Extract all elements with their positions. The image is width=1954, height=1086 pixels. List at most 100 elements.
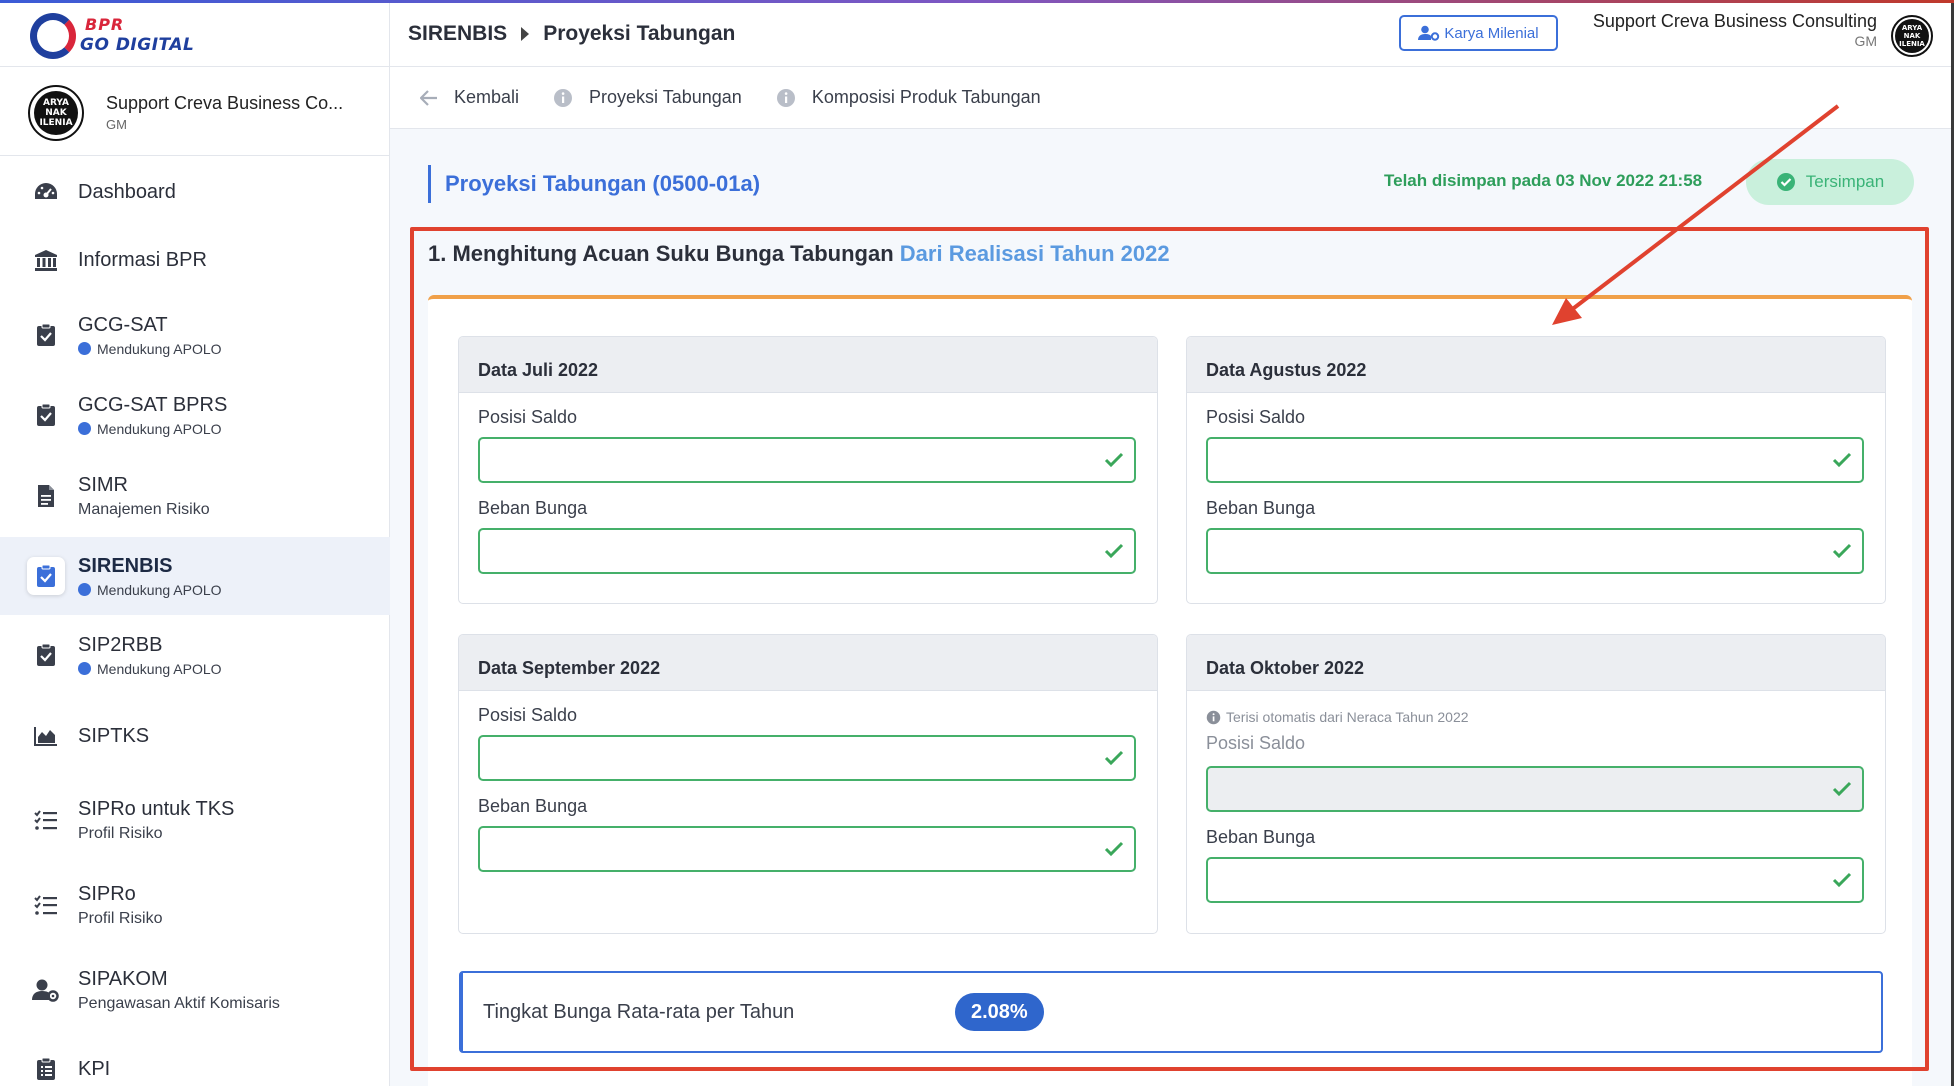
bpr-logo[interactable]: BPR GO DIGITAL (30, 13, 200, 59)
saved-button-label: Tersimpan (1805, 172, 1885, 191)
saved-button[interactable]: Tersimpan (1746, 159, 1914, 205)
beban-bunga-field[interactable] (478, 528, 1136, 574)
sidebar-item-sipakom[interactable]: SIPAKOM Pengawasan Aktif Komisaris (0, 947, 390, 1033)
sidebar-item-sublabel: Mendukung APOLO (97, 660, 222, 677)
info-icon (776, 88, 795, 107)
check-icon (1104, 543, 1124, 559)
posisi-saldo-input[interactable] (480, 439, 1134, 481)
back-link[interactable]: Kembali (420, 87, 519, 108)
sidebar-item-label: SIP2RBB (78, 633, 163, 656)
clipboard-check-icon (32, 401, 60, 429)
sidebar-item-sipro-tks[interactable]: SIPRo untuk TKS Profil Risiko (0, 777, 390, 863)
back-label: Kembali (454, 87, 520, 107)
beban-bunga-label: Beban Bunga (478, 796, 588, 816)
sidebar-item-dashboard[interactable]: Dashboard (0, 159, 390, 225)
posisi-saldo-input (1208, 768, 1862, 810)
tab-label: Proyeksi Tabungan (589, 87, 742, 107)
sidebar-item-label: GCG-SAT BPRS (78, 393, 228, 416)
posisi-saldo-field[interactable] (1206, 437, 1864, 483)
tab-proyeksi-tabungan[interactable]: Proyeksi Tabungan (553, 87, 742, 108)
sidebar-item-gcg-sat-bprs[interactable]: GCG-SAT BPRS Mendukung APOLO (0, 375, 390, 455)
avatar[interactable]: ARYA NAK ILENIA (1891, 15, 1933, 57)
arrow-left-icon (420, 89, 437, 106)
logo-text-bottom: GO DIGITAL (80, 35, 195, 55)
clipboard-check-icon (32, 321, 60, 349)
beban-bunga-input[interactable] (480, 828, 1134, 870)
check-icon (1832, 452, 1852, 468)
sidebar-item-sub: Mendukung APOLO (78, 661, 222, 677)
sidebar-item-gcg-sat[interactable]: GCG-SAT Mendukung APOLO (0, 295, 390, 375)
app-window: BPR GO DIGITAL ARYA NAK ILENIA Support C… (0, 3, 1951, 1086)
sidebar-item-label: SIPAKOM (78, 967, 168, 990)
sidebar-item-label: SIPTKS (78, 724, 150, 747)
header-user-role: GM (1854, 33, 1877, 49)
header-user-name: Support Creva Business Consulting (1592, 11, 1877, 31)
auto-fill-note-text: Terisi otomatis dari Neraca Tahun 2022 (1226, 709, 1469, 725)
posisi-saldo-field (1206, 766, 1864, 812)
sidebar-item-sipro[interactable]: SIPRo Profil Risiko (0, 863, 390, 947)
sidebar-item-sub: Mendukung APOLO (78, 421, 227, 437)
tab-komposisi-produk[interactable]: Komposisi Produk Tabungan (776, 87, 1041, 108)
user-cog-icon (32, 976, 60, 1004)
beban-bunga-label: Beban Bunga (1206, 827, 1316, 847)
average-rate-label: Tingkat Bunga Rata-rata per Tahun (483, 1001, 795, 1023)
checklist-icon (32, 806, 60, 834)
sidebar-item-label: GCG-SAT (78, 313, 168, 336)
sidebar-item-informasi-bpr[interactable]: Informasi BPR (0, 225, 390, 295)
beban-bunga-label: Beban Bunga (1206, 498, 1316, 518)
beban-bunga-field[interactable] (1206, 528, 1864, 574)
sidebar-item-simr[interactable]: SIMR Manajemen Risiko (0, 455, 390, 537)
clipboard-check-icon (27, 557, 65, 595)
sidebar-item-label: SIPRo untuk TKS (78, 797, 235, 820)
sidebar-item-kpi[interactable]: KPI (0, 1033, 390, 1086)
status-dot (78, 422, 91, 435)
beban-bunga-field[interactable] (1206, 857, 1864, 903)
posisi-saldo-input[interactable] (480, 737, 1134, 779)
avatar-text: ARYA NAK ILENIA (34, 91, 78, 135)
sub-navigation: Kembali Proyeksi Tabungan Komposisi Prod… (390, 67, 1951, 129)
sidebar-user[interactable]: ARYA NAK ILENIA Support Creva Business C… (28, 85, 368, 145)
calculation-card: Data Juli 2022 Posisi Saldo Beban Bunga … (428, 295, 1912, 1086)
sidebar-item-sip2rbb[interactable]: SIP2RBB Mendukung APOLO (0, 615, 390, 695)
beban-bunga-field[interactable] (478, 826, 1136, 872)
check-icon (1104, 452, 1124, 468)
sidebar-item-sub: Mendukung APOLO (78, 341, 222, 357)
posisi-saldo-field[interactable] (478, 437, 1136, 483)
posisi-saldo-label: Posisi Saldo (478, 407, 578, 427)
main-content: Proyeksi Tabungan (0500-01a) Telah disim… (390, 129, 1951, 1086)
average-rate-badge: 2.08% (955, 993, 1044, 1031)
status-dot (78, 662, 91, 675)
posisi-saldo-field[interactable] (478, 735, 1136, 781)
panel-title: Data Oktober 2022 (1187, 635, 1885, 691)
checklist-icon (32, 891, 60, 919)
sidebar-item-label: KPI (78, 1057, 111, 1080)
sidebar-user-name: Support Creva Business Co... (106, 93, 344, 113)
beban-bunga-input[interactable] (480, 530, 1134, 572)
sidebar-user-role: GM (106, 117, 127, 132)
page-title: Proyeksi Tabungan (0500-01a) (445, 171, 761, 196)
logo-text-top: BPR (85, 15, 125, 34)
posisi-saldo-label: Posisi Saldo (478, 705, 578, 725)
panel-title: Data Juli 2022 (459, 337, 1157, 393)
breadcrumb-root[interactable]: SIRENBIS (408, 22, 507, 46)
caret-right-icon (521, 27, 530, 41)
sidebar: BPR GO DIGITAL ARYA NAK ILENIA Support C… (0, 3, 390, 1086)
logo-mark-icon (30, 13, 76, 59)
organization-button[interactable]: Karya Milenial (1399, 15, 1558, 51)
header-user[interactable]: Support Creva Business Consulting GM (1593, 11, 1877, 49)
sidebar-item-siptks[interactable]: SIPTKS (0, 695, 390, 777)
sidebar-item-sirenbis[interactable]: SIRENBIS Mendukung APOLO (0, 537, 390, 615)
beban-bunga-input[interactable] (1208, 530, 1862, 572)
beban-bunga-input[interactable] (1208, 859, 1862, 901)
tab-label: Komposisi Produk Tabungan (811, 87, 1041, 107)
panel-data-juli: Data Juli 2022 Posisi Saldo Beban Bunga (458, 336, 1158, 604)
sidebar-item-sublabel: Mendukung APOLO (97, 420, 222, 437)
posisi-saldo-input[interactable] (1208, 439, 1862, 481)
bank-icon (32, 246, 60, 274)
page-title-bar: Proyeksi Tabungan (0500-01a) (428, 165, 760, 203)
breadcrumb-current: Proyeksi Tabungan (543, 22, 736, 45)
auto-fill-note: Terisi otomatis dari Neraca Tahun 2022 (1206, 709, 1469, 725)
check-icon (1832, 872, 1852, 888)
panel-title: Data Agustus 2022 (1187, 337, 1885, 393)
avatar-text: ARYA NAK ILENIA (1895, 19, 1929, 53)
